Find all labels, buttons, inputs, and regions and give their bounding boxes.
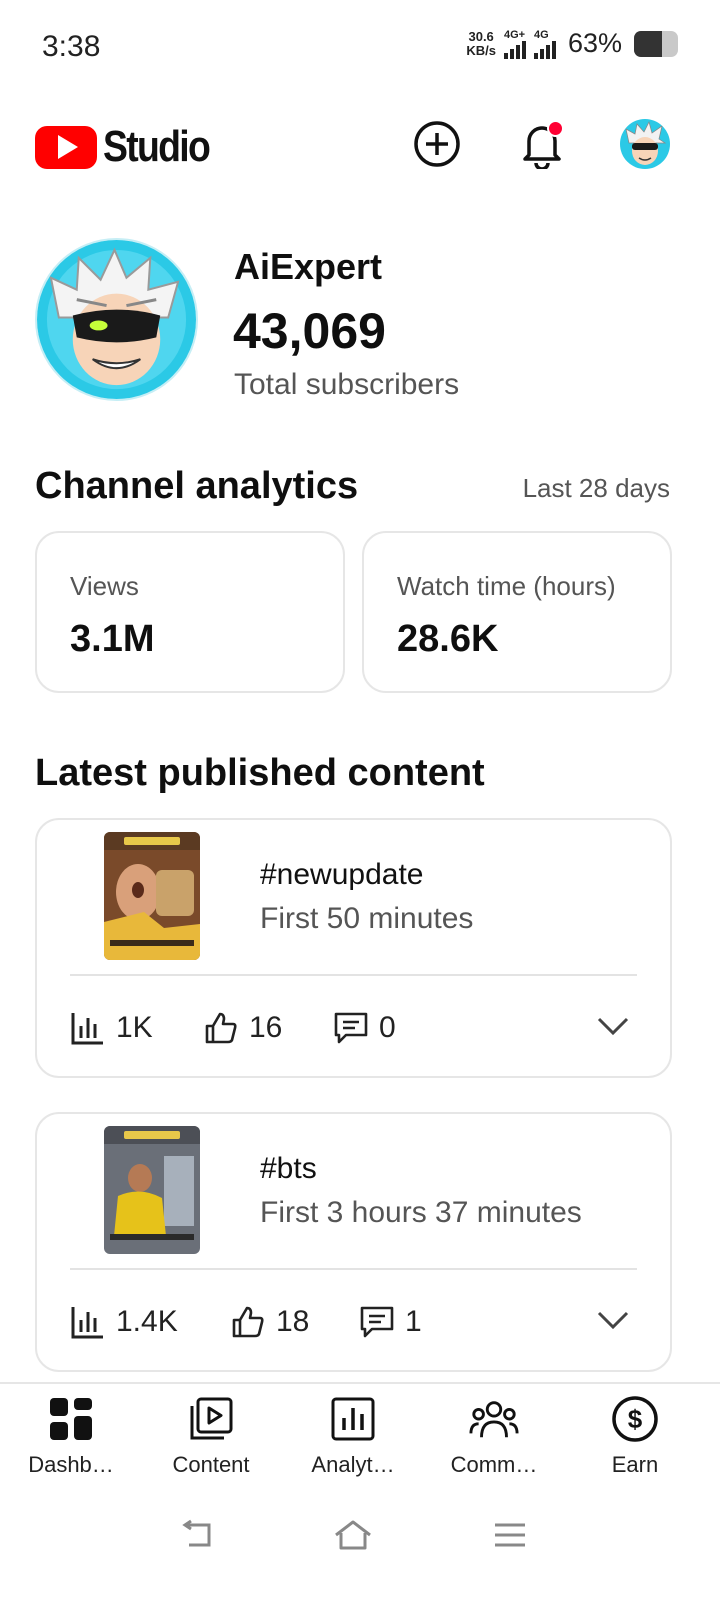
app-header: Studio [0,110,720,180]
expand-button[interactable] [596,1309,630,1336]
views-value: 1.4K [116,1305,178,1338]
watch-time-card[interactable]: Watch time (hours) 28.6K [362,531,672,693]
bar-chart-icon [71,1307,103,1339]
divider [70,974,637,976]
network-speed-unit: KB/s [466,42,496,58]
comments-metric: 0 [333,1010,396,1046]
menu-icon [495,1523,525,1547]
comments-value: 0 [379,1011,396,1044]
youtube-studio-logo[interactable]: Studio [35,122,228,172]
nav-label: Content [172,1452,250,1477]
nav-dashboard[interactable]: Dashb… [1,1394,141,1478]
battery-icon [634,30,678,57]
stat-label: Views [70,571,139,601]
signal-4g-icon: 4G [533,28,556,59]
signal-4gplus-label: 4G+ [503,28,526,41]
likes-value: 18 [276,1305,310,1338]
thumbs-up-icon [205,1012,237,1044]
create-icon [414,121,460,167]
battery-fill [634,30,662,57]
divider [70,1268,637,1270]
comments-value: 1 [405,1305,422,1338]
nav-label: Comm… [450,1452,538,1477]
content-card[interactable]: #bts First 3 hours 37 minutes 1.4K 18 1 [35,1112,672,1372]
stat-value: 3.1M [70,618,155,660]
nav-community[interactable]: Comm… [424,1394,564,1478]
battery-percent: 63% [567,28,622,58]
video-title: #newupdate [260,858,424,891]
content-card[interactable]: #newupdate First 50 minutes 1K 16 0 [35,818,672,1078]
likes-metric: 18 [230,1304,309,1340]
views-card[interactable]: Views 3.1M [35,531,345,693]
home-button[interactable] [328,1510,378,1560]
views-metric: 1.4K [70,1304,178,1340]
content-icon [186,1394,236,1444]
status-indicators: 30.6 KB/s 4G+ 4G 63% [466,28,678,59]
nav-label: Earn [611,1452,659,1477]
signal-4g-label: 4G [533,28,549,41]
channel-avatar[interactable] [35,238,198,401]
stat-label: Watch time (hours) [397,571,616,601]
video-period: First 50 minutes [260,902,474,935]
status-time: 3:38 [42,30,101,63]
analytics-icon [328,1394,378,1444]
nav-analytics[interactable]: Analyt… [283,1394,423,1478]
status-bar: 3:38 30.6 KB/s 4G+ 4G 63% [0,0,720,95]
bar-chart-icon [71,1013,103,1045]
dashboard-icon [46,1394,96,1444]
nav-earn[interactable]: $ Earn [565,1394,705,1478]
youtube-play-icon [35,125,97,169]
chevron-down-icon [597,1017,629,1036]
likes-value: 16 [249,1011,283,1044]
community-icon [469,1394,519,1444]
account-button[interactable] [619,118,671,170]
home-icon [335,1520,371,1550]
latest-content-title: Latest published content [35,752,485,794]
nav-label: Dashb… [28,1452,114,1477]
nav-label: Analyt… [311,1452,395,1477]
notifications-button[interactable] [516,118,568,170]
analytics-title: Channel analytics [35,465,359,507]
channel-name: AiExpert [234,246,383,287]
svg-text:$: $ [628,1404,643,1434]
back-button[interactable] [172,1510,222,1560]
comment-icon [360,1306,394,1338]
views-value: 1K [116,1011,153,1044]
bottom-navigation: Dashb… Content Analyt… Comm… $ Earn [0,1382,720,1492]
views-metric: 1K [70,1010,153,1046]
create-button[interactable] [411,118,463,170]
expand-button[interactable] [596,1015,630,1042]
comment-icon [334,1012,368,1044]
video-thumbnail[interactable] [104,1126,200,1254]
subscriber-count: 43,069 [233,303,386,359]
channel-summary: AiExpert 43,069 Total subscribers [35,238,685,408]
stat-value: 28.6K [397,618,499,660]
account-avatar [620,119,670,169]
analytics-period: Last 28 days [522,473,670,503]
notification-badge [547,120,564,137]
recents-button[interactable] [485,1510,535,1560]
video-period: First 3 hours 37 minutes [260,1196,582,1229]
network-speed: 30.6 KB/s [466,28,496,58]
subscriber-label: Total subscribers [234,368,460,401]
back-icon [182,1519,211,1547]
system-navigation [0,1500,720,1570]
video-thumbnail[interactable] [104,832,200,960]
network-speed-value: 30.6 [468,28,494,44]
signal-4gplus-icon: 4G+ [503,28,526,59]
logo-text: Studio [103,122,211,171]
thumbs-up-icon [232,1306,264,1338]
nav-content[interactable]: Content [141,1394,281,1478]
likes-metric: 16 [203,1010,282,1046]
chevron-down-icon [597,1311,629,1330]
earn-icon: $ [610,1394,660,1444]
video-title: #bts [260,1152,317,1185]
comments-metric: 1 [359,1304,422,1340]
